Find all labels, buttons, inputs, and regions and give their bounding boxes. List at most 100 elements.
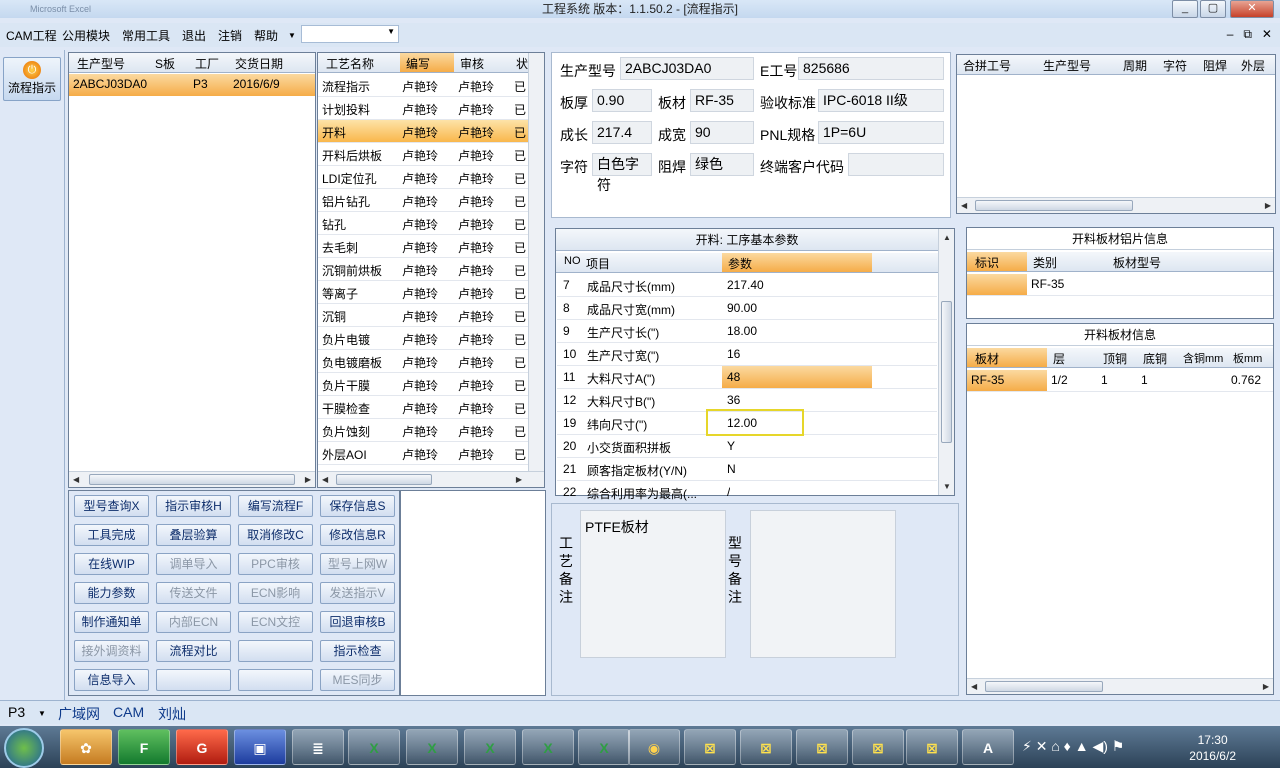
mdi-controls[interactable]: – ⧉ ✕: [1227, 27, 1272, 42]
col-char[interactable]: 字符: [1163, 57, 1187, 74]
text-editor-icon[interactable]: A: [962, 729, 1014, 765]
cell-param[interactable]: 18.00: [727, 324, 757, 338]
col-sheet-model[interactable]: 板材型号: [1113, 254, 1161, 271]
action-button[interactable]: 工具完成: [74, 524, 149, 546]
cell-param[interactable]: Y: [727, 439, 735, 453]
table-row[interactable]: RF-35 1/2 1 1 0.762: [967, 370, 1273, 392]
action-button[interactable]: ECN影响: [238, 582, 313, 604]
field-width[interactable]: 90: [690, 121, 754, 144]
col-writer[interactable]: 编写: [406, 55, 430, 72]
horizontal-scrollbar[interactable]: ◀ ▶: [957, 197, 1275, 213]
table-row[interactable]: 2ABCJ03DA0 P3 2016/6/9: [69, 74, 315, 96]
vertical-scrollbar[interactable]: ▲ ▼: [938, 229, 954, 495]
cell-param[interactable]: 36: [727, 393, 740, 407]
status-factory[interactable]: P3: [8, 704, 25, 720]
action-button[interactable]: 叠层验算: [156, 524, 231, 546]
menu-logout[interactable]: 注销: [218, 27, 242, 44]
col-factory[interactable]: 工厂: [195, 55, 219, 72]
scroll-left-icon[interactable]: ◀: [961, 201, 967, 210]
app-x-icon[interactable]: ⊠: [852, 729, 904, 765]
minimize-button[interactable]: _: [1172, 0, 1198, 18]
field-thickness[interactable]: 0.90: [592, 89, 652, 112]
table-row[interactable]: 负电镀磨板 卢艳玲 卢艳玲 已: [318, 350, 528, 373]
horizontal-scrollbar[interactable]: ◀ ▶: [69, 471, 315, 487]
table-row[interactable]: LDI定位孔 卢艳玲 卢艳玲 已: [318, 166, 528, 189]
table-row[interactable]: RF-35: [967, 274, 1273, 296]
col-param[interactable]: 参数: [728, 255, 752, 272]
clock[interactable]: 17:30 2016/6/2: [1189, 732, 1236, 764]
table-row[interactable]: 干膜检查 卢艳玲 卢艳玲 已: [318, 396, 528, 419]
col-prod-model[interactable]: 生产型号: [77, 55, 125, 72]
col-copper-mm[interactable]: 含铜mm: [1183, 350, 1223, 366]
field-length[interactable]: 217.4: [592, 121, 652, 144]
app-x-icon[interactable]: ⊠: [740, 729, 792, 765]
excel-icon[interactable]: X: [348, 729, 400, 765]
cell-param[interactable]: 16: [727, 347, 740, 361]
action-button[interactable]: 编写流程F: [238, 495, 313, 517]
action-button[interactable]: 内部ECN: [156, 611, 231, 633]
excel-icon[interactable]: X: [464, 729, 516, 765]
horizontal-scrollbar[interactable]: ◀ ▶: [318, 471, 544, 487]
scroll-down-icon[interactable]: ▼: [943, 482, 951, 491]
action-button[interactable]: 在线WIP: [74, 553, 149, 575]
vertical-scrollbar[interactable]: [528, 53, 544, 471]
excel-icon[interactable]: X: [578, 729, 630, 765]
chevron-down-icon[interactable]: ▼: [38, 709, 46, 718]
scroll-right-icon[interactable]: ▶: [1263, 682, 1269, 691]
action-button[interactable]: 发送指示V: [320, 582, 395, 604]
col-board-mm[interactable]: 板mm: [1233, 350, 1262, 366]
table-row[interactable]: 流程指示 卢艳玲 卢艳玲 已: [318, 74, 528, 97]
col-cycle[interactable]: 周期: [1123, 57, 1147, 74]
scroll-thumb[interactable]: [89, 474, 295, 485]
table-row[interactable]: 沉铜 卢艳玲 卢艳玲 已: [318, 304, 528, 327]
col-board[interactable]: 板材: [975, 350, 999, 367]
process-params-grid[interactable]: 开料: 工序基本参数 NO 项目 参数 7 成品尺寸长(mm) 217.40 8 成品尺…: [555, 228, 955, 504]
table-row[interactable]: 21 顾客指定板材(Y/N) N: [557, 458, 937, 481]
table-row[interactable]: 钻孔 卢艳玲 卢艳玲 已: [318, 212, 528, 235]
field-char[interactable]: 白色字符: [592, 153, 652, 193]
action-button[interactable]: [238, 669, 313, 691]
action-button[interactable]: 保存信息S: [320, 495, 395, 517]
col-mark[interactable]: 标识: [975, 254, 999, 271]
col-layer[interactable]: 层: [1053, 350, 1065, 367]
col-s-board[interactable]: S板: [155, 55, 175, 72]
taskbar-app-shell[interactable]: ✿: [60, 729, 112, 765]
action-button[interactable]: [156, 669, 231, 691]
table-row[interactable]: 10 生产尺寸宽(") 16: [557, 343, 937, 366]
col-bottom-copper[interactable]: 底铜: [1143, 350, 1167, 367]
action-button[interactable]: [238, 640, 313, 662]
col-combined-no[interactable]: 合拼工号: [963, 57, 1011, 74]
table-row[interactable]: 外层AOI 卢艳玲 卢艳玲 已: [318, 442, 528, 465]
field-prod-model[interactable]: 2ABCJ03DA0: [620, 57, 754, 80]
menu-dropdown[interactable]: ▼: [301, 25, 399, 43]
menu-help[interactable]: 帮助: [254, 27, 278, 44]
document-icon[interactable]: ≣: [292, 729, 344, 765]
table-row[interactable]: 等离子 卢艳玲 卢艳玲 已: [318, 281, 528, 304]
save-icon[interactable]: ▣: [234, 729, 286, 765]
scroll-thumb[interactable]: [975, 200, 1133, 211]
col-prod-model[interactable]: 生产型号: [1043, 57, 1091, 74]
scroll-right-icon[interactable]: ▶: [305, 475, 311, 484]
col-item[interactable]: 项目: [586, 255, 610, 272]
table-row[interactable]: 计划投料 卢艳玲 卢艳玲 已: [318, 97, 528, 120]
menu-common-module[interactable]: 公用模块: [62, 27, 110, 44]
table-row[interactable]: 22 综合利用率为最高(... /: [557, 481, 937, 504]
table-row[interactable]: 9 生产尺寸长(") 18.00: [557, 320, 937, 343]
table-row[interactable]: 11 大料尺寸A(") 48: [557, 366, 937, 389]
table-row[interactable]: 负片干膜 卢艳玲 卢艳玲 已: [318, 373, 528, 396]
alu-sheet-grid[interactable]: 开料板材铝片信息 标识 类别 板材型号 RF-35: [966, 227, 1274, 319]
combined-jobs-grid[interactable]: 合拼工号 生产型号 周期 字符 阻焊 外层 ◀ ▶: [956, 54, 1276, 214]
scroll-right-icon[interactable]: ▶: [1265, 201, 1271, 210]
app-x-icon[interactable]: ⊠: [684, 729, 736, 765]
table-row[interactable]: 铝片钻孔 卢艳玲 卢艳玲 已: [318, 189, 528, 212]
action-button[interactable]: 指示审核H: [156, 495, 231, 517]
horizontal-scrollbar[interactable]: ◀ ▶: [967, 678, 1273, 694]
board-material-grid[interactable]: 开料板材信息 板材 层 顶铜 底铜 含铜mm 板mm RF-35 1/2 1 1…: [966, 323, 1274, 695]
col-reviewer[interactable]: 审核: [460, 55, 484, 72]
col-top-copper[interactable]: 顶铜: [1103, 350, 1127, 367]
action-button[interactable]: 调单导入: [156, 553, 231, 575]
action-button[interactable]: 信息导入: [74, 669, 149, 691]
action-button[interactable]: 指示检查: [320, 640, 395, 662]
app-x-icon[interactable]: ⊠: [796, 729, 848, 765]
action-button[interactable]: 回退审核B: [320, 611, 395, 633]
